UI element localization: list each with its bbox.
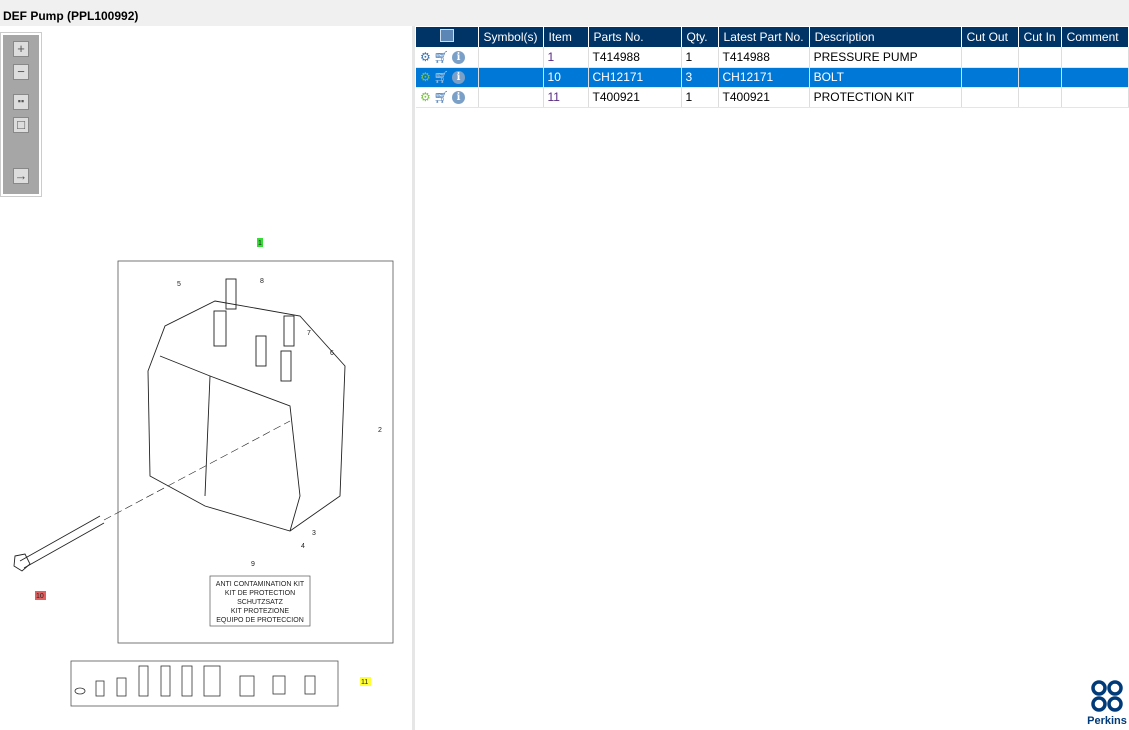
callout-10: 10 <box>36 593 44 600</box>
column-description[interactable]: Description <box>809 27 962 47</box>
svg-text:KIT DE PROTECTION: KIT DE PROTECTION <box>225 590 295 597</box>
cell-comment <box>1061 47 1129 68</box>
cell-description: PRESSURE PUMP <box>809 47 962 68</box>
cell-part-no: T414988 <box>588 47 682 68</box>
svg-text:SCHUTZSATZ: SCHUTZSATZ <box>237 599 283 606</box>
svg-text:EQUIPO DE PROTECCION: EQUIPO DE PROTECCION <box>216 617 304 624</box>
callout-3: 3 <box>312 530 316 537</box>
exploded-diagram: 1 2 3 4 5 6 7 8 9 10 11 ANTI CONTAMINATI… <box>13 238 394 707</box>
table-header: Symbol(s) Item Parts No. Qty. Latest Par… <box>416 27 1129 47</box>
diagram-panel[interactable]: + − ▪▪ □ → 1 2 3 4 5 6 7 8 9 10 11 ANTI … <box>0 26 412 730</box>
cell-qty: 1 <box>681 47 719 68</box>
callout-1: 1 <box>258 240 262 247</box>
column-latest-part-no[interactable]: Latest Part No. <box>718 27 810 47</box>
kit-label: ANTI CONTAMINATION KIT KIT DE PROTECTION… <box>216 581 305 624</box>
perkins-logo-icon <box>1091 680 1123 712</box>
svg-text:KIT PROTEZIONE: KIT PROTEZIONE <box>231 608 290 615</box>
column-cut-out[interactable]: Cut Out <box>961 27 1019 47</box>
callout-11: 11 <box>361 679 368 686</box>
callout-8: 8 <box>260 278 264 285</box>
cell-symbols <box>478 87 544 108</box>
kit-parts <box>74 665 316 697</box>
cell-cut-out <box>961 67 1019 88</box>
cell-cut-in <box>1018 47 1062 68</box>
column-item[interactable]: Item <box>543 27 589 47</box>
column-search-icon[interactable] <box>416 27 479 47</box>
cell-qty: 1 <box>681 87 719 108</box>
column-parts-no[interactable]: Parts No. <box>588 27 682 47</box>
table-row[interactable]: ⚙ 🛒︎ i 11 T400921 1 T400921 PROTECTION KIT <box>416 87 1129 108</box>
cell-part-no: CH12171 <box>588 67 682 88</box>
cart-icon[interactable]: 🛒︎ <box>434 70 449 84</box>
cell-symbols <box>478 47 544 68</box>
cell-cut-in <box>1018 67 1062 88</box>
svg-text:ANTI CONTAMINATION KIT: ANTI CONTAMINATION KIT <box>216 581 305 588</box>
cell-cut-out <box>961 87 1019 108</box>
table-row-selected[interactable]: ⚙ 🛒︎ i 10 CH12171 3 CH12171 BOLT <box>416 67 1129 88</box>
info-icon[interactable]: i <box>452 70 465 84</box>
panel-splitter[interactable] <box>412 26 415 730</box>
info-icon[interactable]: i <box>452 90 465 104</box>
cell-item: 11 <box>543 87 589 108</box>
pump-drawing <box>13 278 346 572</box>
parts-table: Symbol(s) Item Parts No. Qty. Latest Par… <box>416 27 1129 108</box>
cell-comment <box>1061 87 1129 108</box>
cell-latest-part-no: T414988 <box>718 47 810 68</box>
cell-latest-part-no: T400921 <box>718 87 810 108</box>
info-icon[interactable]: i <box>452 50 465 64</box>
cell-comment <box>1061 67 1129 88</box>
column-qty[interactable]: Qty. <box>681 27 719 47</box>
logo-text: Perkins <box>1087 715 1127 727</box>
callout-9: 9 <box>251 561 255 568</box>
cell-description: BOLT <box>809 67 962 88</box>
column-comment[interactable]: Comment <box>1061 27 1129 47</box>
cell-symbols <box>478 67 544 88</box>
table-row[interactable]: ⚙ 🛒︎ i 1 T414988 1 T414988 PRESSURE PUMP <box>416 47 1129 68</box>
cell-latest-part-no: CH12171 <box>718 67 810 88</box>
gears-icon[interactable]: ⚙ <box>420 50 431 64</box>
cell-item: 10 <box>543 67 589 88</box>
column-symbols[interactable]: Symbol(s) <box>478 27 544 47</box>
callout-labels: 1 2 3 4 5 6 7 8 9 10 11 <box>35 238 382 686</box>
column-cut-in[interactable]: Cut In <box>1018 27 1062 47</box>
callout-2: 2 <box>378 427 382 434</box>
cart-icon[interactable]: 🛒︎ <box>434 90 449 104</box>
gear-icon[interactable]: ⚙ <box>420 90 431 104</box>
cell-qty: 3 <box>681 67 719 88</box>
cart-icon[interactable]: 🛒︎ <box>434 50 449 64</box>
cell-cut-out <box>961 47 1019 68</box>
cell-description: PROTECTION KIT <box>809 87 962 108</box>
cell-item: 1 <box>543 47 589 68</box>
callout-7: 7 <box>307 330 311 337</box>
cell-part-no: T400921 <box>588 87 682 108</box>
page-title: DEF Pump (PPL100992) <box>0 0 1129 26</box>
callout-4: 4 <box>301 543 305 550</box>
gear-icon[interactable]: ⚙ <box>420 70 431 84</box>
callout-6: 6 <box>330 350 334 357</box>
perkins-logo: Perkins <box>1086 680 1128 727</box>
cell-cut-in <box>1018 87 1062 108</box>
callout-5: 5 <box>177 281 181 288</box>
